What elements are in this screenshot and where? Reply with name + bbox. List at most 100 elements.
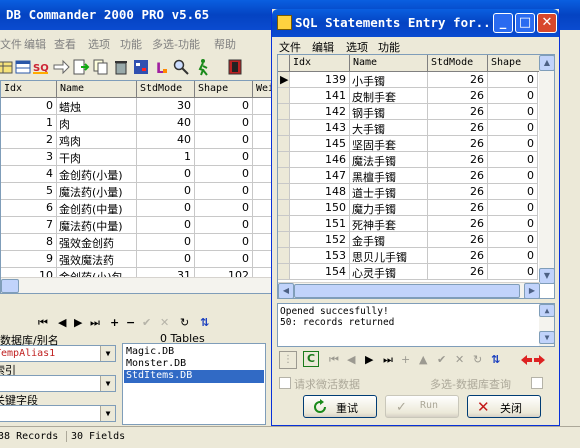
scroll-down-icon[interactable]: ▼ (539, 268, 554, 284)
table-cell[interactable]: 143 (290, 120, 350, 136)
table-cell[interactable]: 思贝儿手镯 (350, 248, 428, 264)
chevron-down-icon[interactable]: ▼ (100, 406, 115, 421)
arrow-right-icon[interactable] (52, 58, 70, 76)
row-indicator[interactable] (278, 184, 290, 200)
table-cell[interactable]: 146 (290, 152, 350, 168)
table-cell[interactable]: 3 (1, 149, 57, 166)
table-cell[interactable]: 0 (488, 184, 538, 200)
row-indicator[interactable] (278, 104, 290, 120)
column-header-idx[interactable]: Idx (1, 81, 57, 98)
table-cell[interactable]: 151 (290, 216, 350, 232)
commit-icon[interactable]: C (303, 351, 319, 367)
table-cell[interactable]: 148 (290, 184, 350, 200)
run-button[interactable]: ✓ Run (385, 395, 459, 418)
scroll-right-icon[interactable]: ▶ (524, 283, 540, 298)
table-cell[interactable]: 0 (137, 217, 195, 234)
table-cell[interactable]: 26 (428, 168, 488, 184)
table-icon[interactable] (14, 58, 32, 76)
chevron-down-icon[interactable]: ▼ (100, 346, 115, 361)
row-indicator[interactable] (278, 88, 290, 104)
table-cell[interactable]: 147 (290, 168, 350, 184)
filter-icon[interactable]: L (152, 58, 170, 76)
table-cell[interactable]: 0 (488, 248, 538, 264)
last-record-icon[interactable]: ⏭ (383, 353, 393, 367)
table-cell[interactable]: 0 (195, 115, 253, 132)
table-cell[interactable]: 0 (488, 72, 538, 88)
table-cell[interactable]: 142 (290, 104, 350, 120)
row-indicator[interactable] (278, 216, 290, 232)
table-cell[interactable]: 8 (1, 234, 57, 251)
table-cell[interactable]: 154 (290, 264, 350, 280)
column-header-idx[interactable]: Idx (290, 55, 350, 72)
table-cell[interactable]: 40 (137, 132, 195, 149)
cancel-edit-icon[interactable]: ✕ (160, 316, 169, 329)
alias-combo[interactable]: TempAlias1 ▼ (0, 345, 116, 362)
table-cell[interactable]: 心灵手镯 (350, 264, 428, 280)
sql-title-bar[interactable]: SQL Statements Entry for... _ □ ✕ (272, 9, 559, 37)
table-cell[interactable]: 26 (428, 136, 488, 152)
post-edit-icon[interactable]: ✔ (437, 353, 446, 366)
list-item-selected[interactable]: StdItems.DB (124, 370, 264, 383)
table-cell[interactable]: 153 (290, 248, 350, 264)
table-cell[interactable]: 0 (195, 183, 253, 200)
table-cell[interactable]: 魔法药(中量) (57, 217, 137, 234)
table-cell[interactable]: 0 (1, 98, 57, 115)
main-data-grid[interactable]: Idx Name StdMode Shape Wei 0 蜡烛 30 0 1 肉 40 0 2 鸡… (0, 80, 280, 294)
table-cell[interactable]: 0 (488, 104, 538, 120)
prior-record-icon[interactable]: ◀ (58, 316, 66, 329)
sort-icon[interactable]: ⇅ (200, 316, 209, 329)
menu-options[interactable]: 选项 (346, 39, 368, 55)
next-record-icon[interactable]: ▶ (365, 353, 373, 366)
close-window-button[interactable]: ✕ (537, 13, 557, 33)
sql-result-grid[interactable]: Idx Name StdMode Shape ▶ 139 小手镯 26 0 141 皮制手套… (277, 54, 555, 299)
table-cell[interactable]: 小手镯 (350, 72, 428, 88)
scroll-thumb[interactable] (1, 279, 19, 293)
table-cell[interactable]: 干肉 (57, 149, 137, 166)
table-cell[interactable]: 0 (195, 166, 253, 183)
prior-record-icon[interactable]: ◀ (347, 353, 355, 366)
table-cell[interactable]: 26 (428, 248, 488, 264)
table-cell[interactable]: 肉 (57, 115, 137, 132)
trash-icon[interactable] (112, 58, 130, 76)
menu-functions[interactable]: 功能 (378, 39, 400, 55)
key-field-combo[interactable]: ▼ (0, 405, 116, 422)
table-cell[interactable]: 26 (428, 152, 488, 168)
row-indicator[interactable] (278, 264, 290, 280)
edit-record-icon[interactable]: ▲ (419, 353, 427, 366)
first-record-icon[interactable]: ⏮ (329, 353, 339, 367)
scroll-left-icon[interactable]: ◀ (278, 283, 294, 298)
menu-view[interactable]: 查看 (54, 36, 76, 52)
main-grid-horizontal-scrollbar[interactable] (1, 277, 279, 293)
table-cell[interactable]: 26 (428, 104, 488, 120)
table-cell[interactable]: 死神手套 (350, 216, 428, 232)
row-indicator[interactable] (278, 120, 290, 136)
table-cell[interactable]: 30 (137, 98, 195, 115)
table-cell[interactable]: 4 (1, 166, 57, 183)
table-cell[interactable]: 7 (1, 217, 57, 234)
table-cell[interactable]: 1 (137, 149, 195, 166)
table-cell[interactable]: 魔法手镯 (350, 152, 428, 168)
retry-button[interactable]: 重试 (303, 395, 377, 418)
column-header-shape[interactable]: Shape (195, 81, 253, 98)
maximize-button[interactable]: □ (515, 13, 535, 33)
table-cell[interactable]: 魔力手镯 (350, 200, 428, 216)
scroll-up-icon[interactable]: ▲ (539, 304, 555, 317)
insert-record-icon[interactable]: + (110, 316, 119, 329)
table-cell[interactable]: 蜡烛 (57, 98, 137, 115)
first-record-icon[interactable]: ⏮ (38, 316, 48, 330)
column-header-name[interactable]: Name (350, 55, 428, 72)
table-cell[interactable]: 139 (290, 72, 350, 88)
refresh-icon[interactable]: ↻ (473, 353, 482, 366)
table-cell[interactable]: 道士手镯 (350, 184, 428, 200)
last-record-icon[interactable]: ⏭ (90, 316, 100, 330)
row-indicator[interactable] (278, 168, 290, 184)
scroll-up-icon[interactable]: ▲ (539, 55, 554, 71)
menu-help[interactable]: 帮助 (214, 36, 236, 52)
table-cell[interactable]: 强效金创药 (57, 234, 137, 251)
table-cell[interactable]: 26 (428, 184, 488, 200)
table-cell[interactable]: 皮制手套 (350, 88, 428, 104)
menu-functions[interactable]: 功能 (120, 36, 142, 52)
table-cell[interactable]: 6 (1, 200, 57, 217)
table-cell[interactable]: 大手镯 (350, 120, 428, 136)
table-cell[interactable]: 0 (195, 132, 253, 149)
